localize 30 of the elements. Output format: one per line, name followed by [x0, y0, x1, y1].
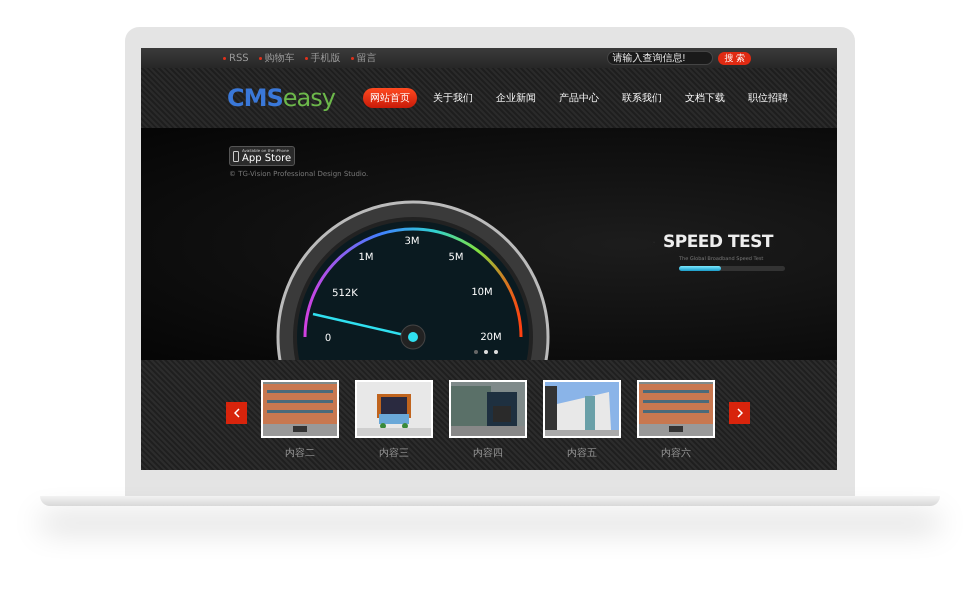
nav-item[interactable]: 网站首页 — [363, 88, 417, 108]
logo-text: CMS — [227, 84, 283, 112]
top-link[interactable]: RSS — [223, 51, 249, 65]
nav-item[interactable]: 企业新闻 — [489, 88, 543, 108]
phone-icon — [233, 150, 239, 162]
chevron-left-icon — [234, 408, 240, 418]
speed-test-title: SPEED TEST — [662, 232, 773, 252]
thumbnail-caption: 内容二 — [285, 446, 315, 460]
search-button[interactable]: 搜 索 — [718, 52, 751, 64]
previous-button[interactable] — [226, 402, 247, 424]
slide-dot[interactable] — [484, 350, 488, 354]
slide-dot[interactable] — [474, 350, 478, 354]
nav-item[interactable]: 文档下载 — [678, 88, 732, 108]
badge-title: App Store — [242, 153, 292, 164]
top-link[interactable]: 留言 — [350, 51, 377, 65]
top-link[interactable]: 手机版 — [304, 51, 341, 65]
chevron-right-icon — [736, 408, 742, 418]
thumbnail-caption: 内容四 — [473, 446, 503, 460]
thumbnail-caption: 内容三 — [379, 446, 409, 460]
top-link[interactable]: 购物车 — [258, 51, 295, 65]
slide-dot[interactable] — [494, 350, 498, 354]
nav-item[interactable]: 职位招聘 — [741, 88, 795, 108]
nav-item[interactable]: 联系我们 — [615, 88, 669, 108]
nav-item[interactable]: 产品中心 — [552, 88, 606, 108]
nav-item[interactable]: 关于我们 — [426, 88, 480, 108]
thumbnail-caption: 内容六 — [661, 446, 691, 460]
thumbnail-caption: 内容五 — [567, 446, 597, 460]
next-button[interactable] — [729, 402, 750, 424]
logo-text: easy — [282, 84, 335, 112]
search-field[interactable]: 请输入查询信息! — [607, 51, 714, 65]
